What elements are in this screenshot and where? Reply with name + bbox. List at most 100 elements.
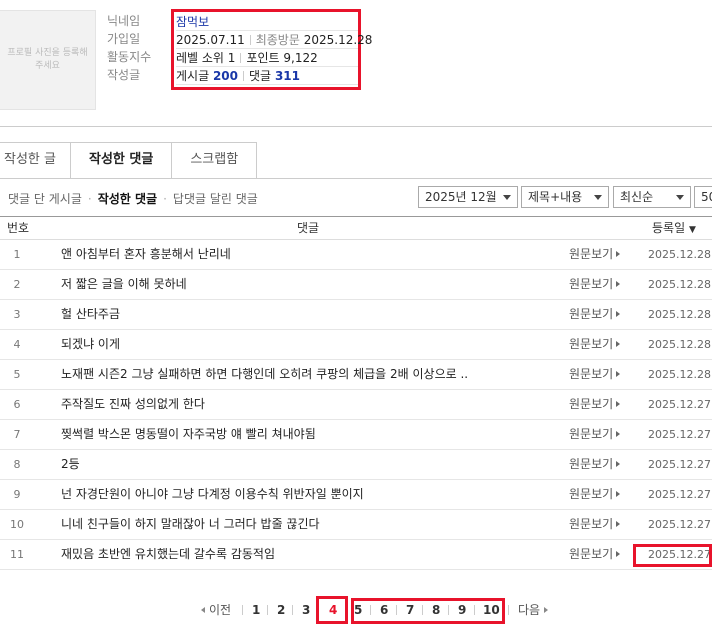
next-page-button[interactable]: 다음 — [518, 602, 549, 618]
row-date: 2025.12.28 — [648, 308, 711, 321]
row-date: 2025.12.28 — [648, 338, 711, 351]
tab-written-comments[interactable]: 작성한 댓글 — [70, 142, 173, 179]
subnav-replied-comments[interactable]: 답댓글 달린 댓글 — [173, 192, 258, 206]
table-row[interactable]: 11 재밌음 초반엔 유치했는데 갈수록 감동적임 원문보기 2025.12.27 — [0, 540, 712, 570]
view-original-link[interactable]: 원문보기 — [569, 240, 621, 269]
row-number: 9 — [13, 488, 21, 501]
row-date: 2025.12.27 — [648, 428, 711, 441]
divider — [267, 605, 268, 615]
table-row[interactable]: 10 니네 친구들이 하지 말래잖아 너 그러다 밥줄 끊긴다 원문보기 2025.1… — [0, 510, 712, 540]
sort-select[interactable]: 최신순 — [613, 186, 691, 208]
view-original-label: 원문보기 — [569, 457, 614, 471]
comment-text-link[interactable]: 노재팬 시즌2 그냥 실패하면 하면 다행인데 오히려 쿠팡의 체급을 2배 이… — [61, 360, 468, 389]
table-row[interactable]: 4 되겠냐 이게 원문보기 2025.12.28 — [0, 330, 712, 360]
row-number: 7 — [13, 428, 21, 441]
view-original-link[interactable]: 원문보기 — [569, 270, 621, 299]
page-range-highlight-box — [351, 598, 505, 624]
comment-text-link[interactable]: 2등 — [61, 450, 80, 479]
comment-text-link[interactable]: 니네 친구들이 하지 말래잖아 너 그러다 밥줄 끊긴다 — [61, 510, 320, 539]
tab-written-posts[interactable]: 작성한 글 — [0, 142, 71, 178]
row-number: 10 — [10, 518, 24, 531]
points-text: 포인트 9,122 — [246, 51, 318, 65]
view-original-label: 원문보기 — [569, 247, 614, 261]
subnav-written-comments[interactable]: 작성한 댓글 — [98, 192, 157, 206]
arrow-right-icon — [616, 431, 621, 437]
comment-text-link[interactable]: 넌 자경단원이 아니야 그냥 다계정 이용수칙 위반자일 뿐이지 — [61, 480, 364, 509]
row-date: 2025.12.28 — [648, 368, 711, 381]
view-original-link[interactable]: 원문보기 — [569, 300, 621, 329]
profile-labels: 닉네임 가입일 활동지수 작성글 — [107, 12, 151, 84]
table-row[interactable]: 6 주작질도 진짜 성의없게 한다 원문보기 2025.12.27 — [0, 390, 712, 420]
view-original-label: 원문보기 — [569, 337, 614, 351]
arrow-right-icon — [616, 251, 621, 257]
row-date: 2025.12.27 — [648, 518, 711, 531]
comments-table-body: 1앤 아침부터 혼자 흥분해서 난리네 원문보기 2025.12.28 2 저 짧은 글… — [0, 240, 712, 570]
view-original-label: 원문보기 — [569, 307, 614, 321]
comment-text-link[interactable]: 주작질도 진짜 성의없게 한다 — [61, 390, 205, 419]
view-original-link[interactable]: 원문보기 — [569, 540, 621, 569]
page-1[interactable]: 1 — [252, 602, 260, 618]
view-original-link[interactable]: 원문보기 — [569, 420, 621, 449]
comment-text-link[interactable]: 앤 아침부터 혼자 흥분해서 난리네 — [61, 240, 231, 269]
row-number: 3 — [13, 308, 21, 321]
arrow-right-icon — [616, 491, 621, 497]
divider: · — [87, 192, 92, 206]
table-row[interactable]: 5 노재팬 시즌2 그냥 실패하면 하면 다행인데 오히려 쿠팡의 체급을 2배 … — [0, 360, 712, 390]
comment-text-link[interactable]: 헐 산타주금 — [61, 300, 120, 329]
subnav-commented-posts[interactable]: 댓글 단 게시글 — [8, 192, 82, 206]
header-number: 번호 — [7, 221, 30, 235]
tab-divider — [0, 178, 712, 179]
comment-text-link[interactable]: 찢썩렬 박스몬 명동떨이 자주국방 얘 빨리 쳐내야됨 — [61, 420, 316, 449]
view-original-link[interactable]: 원문보기 — [569, 480, 621, 509]
table-row[interactable]: 2 저 짧은 글을 이해 못하네 원문보기 2025.12.28 — [0, 270, 712, 300]
row-number: 6 — [13, 398, 21, 411]
table-row[interactable]: 3 헐 산타주금 원문보기 2025.12.28 — [0, 300, 712, 330]
view-original-link[interactable]: 원문보기 — [569, 330, 621, 359]
view-original-link[interactable]: 원문보기 — [569, 450, 621, 479]
page-2[interactable]: 2 — [277, 602, 285, 618]
search-type-select[interactable]: 제목+내용 — [521, 186, 609, 208]
row-number: 5 — [13, 368, 21, 381]
comment-text-link[interactable]: 재밌음 초반엔 유치했는데 갈수록 감동적임 — [61, 540, 275, 569]
posts-count: 200 — [212, 69, 239, 83]
divider — [243, 71, 245, 81]
page-3[interactable]: 3 — [302, 602, 310, 618]
next-page-label: 다음 — [518, 603, 541, 617]
table-row[interactable]: 9 넌 자경단원이 아니야 그냥 다계정 이용수칙 위반자일 뿐이지 원문보기 202… — [0, 480, 712, 510]
view-original-label: 원문보기 — [569, 427, 614, 441]
prev-page-label: 이전 — [209, 603, 232, 617]
month-select[interactable]: 2025년 12월 — [418, 186, 518, 208]
tab-bar: 작성한 글 작성한 댓글 스크랩함 — [0, 142, 258, 179]
table-row[interactable]: 8 2등 원문보기 2025.12.27 — [0, 450, 712, 480]
sort-select-value: 최신순 — [620, 190, 654, 204]
tab-scraps[interactable]: 스크랩함 — [172, 142, 258, 178]
row-date: 2025.12.27 — [648, 488, 711, 501]
table-row[interactable]: 7 찢썩렬 박스몬 명동떨이 자주국방 얘 빨리 쳐내야됨 원문보기 2025.12.… — [0, 420, 712, 450]
chevron-down-icon — [503, 195, 511, 200]
date-highlight-box — [633, 544, 712, 567]
page-size-select[interactable]: 50 — [694, 186, 712, 208]
comment-subnav: 댓글 단 게시글 · 작성한 댓글 · 답댓글 달린 댓글 — [8, 190, 258, 207]
posts-count-label: 게시글 — [176, 69, 210, 83]
sort-desc-icon: ▼ — [688, 225, 696, 235]
last-visit-label: 최종방문 — [255, 33, 300, 47]
view-original-link[interactable]: 원문보기 — [569, 390, 621, 419]
row-date: 2025.12.27 — [648, 398, 711, 411]
prev-page-button[interactable]: 이전 — [201, 602, 231, 618]
header-date-sort[interactable]: 등록일 ▼ — [652, 217, 696, 241]
row-date: 2025.12.27 — [648, 458, 711, 471]
comment-text-link[interactable]: 저 짧은 글을 이해 못하네 — [61, 270, 187, 299]
view-original-link[interactable]: 원문보기 — [569, 360, 621, 389]
view-original-label: 원문보기 — [569, 397, 614, 411]
row-number: 11 — [10, 548, 24, 561]
table-row[interactable]: 1 앤 아침부터 혼자 흥분해서 난리네 원문보기 2025.12.28 — [0, 240, 712, 270]
view-original-link[interactable]: 원문보기 — [569, 510, 621, 539]
avatar[interactable]: 프로필 사진을 등록해주세요 — [0, 10, 96, 110]
chevron-down-icon — [594, 195, 602, 200]
comments-count-label: 댓글 — [249, 69, 272, 83]
comment-text-link[interactable]: 되겠냐 이게 — [61, 330, 120, 359]
arrow-right-icon — [616, 341, 621, 347]
row-date: 2025.12.28 — [648, 278, 711, 291]
chevron-right-icon — [544, 607, 549, 613]
row-number: 8 — [13, 458, 21, 471]
